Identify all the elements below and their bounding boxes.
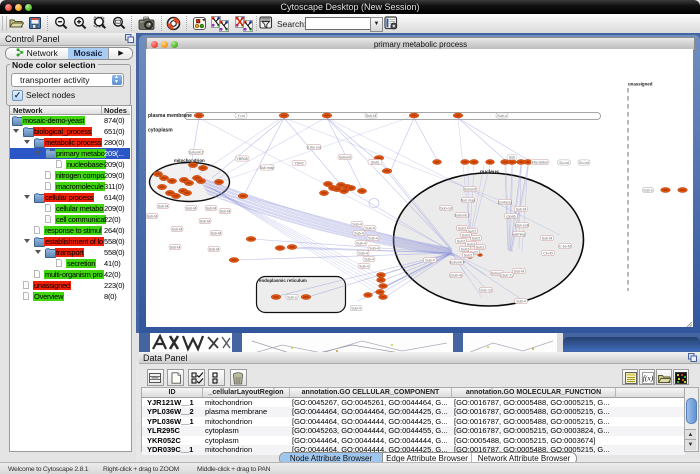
svg-text:Sub map: Sub map (260, 166, 274, 170)
svg-text:Subunit: Subunit (464, 187, 476, 191)
svg-text:So-rot: So-rot (559, 161, 569, 165)
svg-text:Sub-4: Sub-4 (359, 264, 369, 268)
svg-text:Sub-M: Sub-M (206, 206, 217, 210)
svg-text:Sub-o: Sub-o (643, 188, 653, 192)
svg-text:Sub2: Sub2 (462, 233, 470, 237)
svg-text:Sub2: Sub2 (476, 245, 484, 249)
svg-text:Subunit: Subunit (339, 155, 351, 159)
svg-text:CH-M: CH-M (543, 251, 552, 255)
svg-text:Sub-4: Sub-4 (358, 251, 368, 255)
svg-text:Sub-M: Sub-M (200, 219, 211, 223)
svg-text:(Sub-4): (Sub-4) (450, 273, 462, 277)
svg-text:(goal): (goal) (506, 214, 515, 218)
svg-text:Sub-M: Sub-M (158, 204, 169, 208)
svg-text:Subunit 4: Subunit 4 (449, 260, 464, 264)
svg-text:Sub map: Sub map (461, 198, 475, 202)
svg-text:Y-rot: Y-rot (237, 114, 244, 118)
svg-text:(surface): (surface) (498, 200, 512, 204)
svg-text:Sub-4: Sub-4 (369, 246, 379, 250)
svg-text:Sub-4: Sub-4 (352, 222, 362, 226)
svg-text:Sub-o: Sub-o (497, 114, 507, 118)
svg-text:Sub-M: Sub-M (366, 114, 377, 118)
svg-text:Sub: Sub (509, 155, 515, 159)
svg-text:warning: warning (513, 232, 526, 236)
svg-text:f(x): f(x) (642, 373, 653, 382)
svg-text:cytoplasm: cytoplasm (148, 128, 173, 134)
svg-text:Sub2: Sub2 (458, 226, 466, 230)
svg-text:Subunit 2: Subunit 2 (454, 213, 469, 217)
svg-text:interaction: interaction (532, 160, 549, 164)
svg-text:(Sub): (Sub) (371, 160, 380, 164)
svg-text:Sub2: Sub2 (472, 236, 480, 240)
svg-text:C-bo-M: C-bo-M (559, 244, 571, 248)
svg-text:Sub-4: Sub-4 (364, 257, 374, 261)
svg-text:Sub rot: Sub rot (480, 288, 492, 292)
svg-text:mitochondrion: mitochondrion (174, 158, 205, 163)
svg-text:plasma membrane: plasma membrane (148, 113, 192, 119)
svg-text:(Like so): (Like so) (307, 145, 321, 149)
svg-text:Sub2: Sub2 (464, 253, 472, 257)
svg-text:YDR2: YDR2 (294, 161, 304, 165)
svg-text:Sub-M: Sub-M (186, 206, 197, 210)
svg-text:Sub-M: Sub-M (514, 269, 525, 273)
svg-text:Sub-M: Sub-M (220, 209, 231, 213)
svg-text:Sub-o: Sub-o (287, 295, 297, 299)
svg-text:(sub 2): (sub 2) (501, 273, 512, 277)
svg-text:Sub-4: Sub-4 (425, 258, 435, 262)
svg-text:Sub-4: Sub-4 (351, 306, 361, 310)
svg-text:unassigned: unassigned (628, 82, 653, 87)
svg-text:Sub-4: Sub-4 (354, 231, 364, 235)
svg-text:Sub2: Sub2 (457, 239, 465, 243)
svg-text:Sub-rot: Sub-rot (440, 206, 452, 210)
svg-text:Sub2: Sub2 (461, 247, 469, 251)
svg-text:Sub-M: Sub-M (209, 247, 220, 251)
svg-text:Sub-4: Sub-4 (368, 236, 378, 240)
svg-text:Sub2: Sub2 (467, 242, 475, 246)
svg-text:clan-sub: clan-sub (515, 223, 529, 227)
svg-text:YBR08: YBR08 (236, 157, 247, 161)
svg-text:Sub-4: Sub-4 (516, 299, 526, 303)
svg-text:Sub-4: Sub-4 (356, 241, 366, 245)
svg-text:Sub-M: Sub-M (172, 227, 183, 231)
svg-text:Subunit 2: Subunit 2 (188, 150, 203, 154)
svg-text:Sub-M: Sub-M (542, 236, 553, 240)
svg-text:endoplasmic reticulum: endoplasmic reticulum (259, 278, 307, 283)
svg-text:Sub-M: Sub-M (170, 245, 181, 249)
svg-text:Sub-4: Sub-4 (365, 226, 375, 230)
svg-text:Sub-M: Sub-M (211, 231, 222, 235)
svg-text:Sub-M: Sub-M (516, 207, 527, 211)
svg-text:So-rot: So-rot (579, 161, 589, 165)
svg-text:Sub-M: Sub-M (147, 214, 158, 218)
